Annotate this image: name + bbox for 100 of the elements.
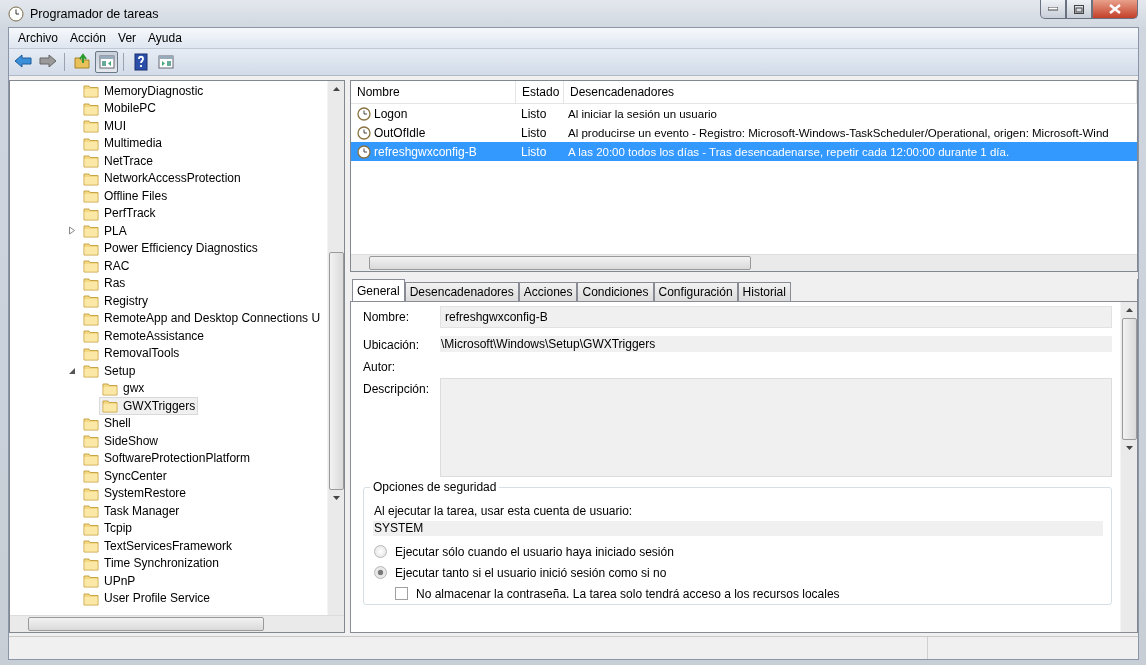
scroll-bar[interactable] xyxy=(351,254,1137,271)
clock-icon xyxy=(8,5,24,22)
option-label: No almacenar la contraseña. La tarea solo tendrá acceso a los recursos locales xyxy=(416,586,840,601)
tree-item[interactable]: User Profile Service xyxy=(80,589,214,608)
tree-item[interactable]: RemoteAssistance xyxy=(80,326,208,345)
tree-item[interactable]: Registry xyxy=(80,291,151,310)
folder-icon xyxy=(83,275,99,291)
column-header[interactable]: Desencadenadores xyxy=(564,81,1137,103)
task-name: refreshgwxconfig-B xyxy=(374,144,477,159)
task-triggers: Al iniciar la sesión un usuario xyxy=(568,107,717,120)
tree-item[interactable]: SoftwareProtectionPlatform xyxy=(80,449,254,468)
task-triggers: A las 20:00 todos los días - Tras desencadenarse, repetir cada 12:00:00 durante 1 día. xyxy=(568,145,1010,158)
tree-item[interactable]: MemoryDiagnostic xyxy=(80,81,207,100)
menu-item[interactable]: Archivo xyxy=(12,31,64,45)
menu-item[interactable]: Ver xyxy=(112,31,143,45)
close-icon xyxy=(1109,4,1121,14)
tree-item[interactable]: Setup xyxy=(80,361,139,380)
minimize-button[interactable] xyxy=(1040,0,1066,19)
task-triggers: Al producirse un evento - Registro: Microsoft-Windows-TaskScheduler/Operational, origen: Microsoft-Wind xyxy=(568,126,1109,139)
tree-item[interactable]: NetworkAccessProtection xyxy=(80,169,244,188)
tab[interactable]: Desencadenadores xyxy=(404,282,519,301)
scroll-bar[interactable] xyxy=(10,615,344,632)
pane-icon xyxy=(156,53,175,71)
task-status: Listo xyxy=(521,125,547,140)
tree-item[interactable]: MobilePC xyxy=(80,99,160,118)
tab[interactable]: Configuración xyxy=(653,282,738,301)
folder-icon xyxy=(83,485,99,501)
back-arrow-icon xyxy=(13,53,32,71)
tree-item[interactable]: PerfTrack xyxy=(80,204,159,223)
maximize-button[interactable] xyxy=(1066,0,1092,19)
scroll-down-icon xyxy=(331,495,341,501)
tab[interactable]: Historial xyxy=(737,282,791,301)
option-label: Ejecutar sólo cuando el usuario haya iniciado sesión xyxy=(395,544,674,559)
task-name: OutOfIdle xyxy=(374,125,426,140)
folder-icon xyxy=(83,450,99,466)
folder-icon xyxy=(83,573,99,589)
table-row[interactable]: Logon Listo Al iniciar la sesión un usuario xyxy=(351,104,1137,123)
maximize-icon xyxy=(1074,4,1084,14)
tab[interactable]: Acciones xyxy=(518,282,578,301)
tab[interactable]: General xyxy=(352,279,405,301)
folder-icon xyxy=(83,258,99,274)
clock-icon xyxy=(357,125,371,140)
task-name: Logon xyxy=(374,106,408,121)
folder-icon xyxy=(83,100,99,116)
field-label: Al ejecutar la tarea, usar esta cuenta de usuario: xyxy=(374,504,634,518)
folder-icon xyxy=(83,118,99,134)
tree-item[interactable]: Power Efficiency Diagnostics xyxy=(80,239,261,258)
text-field[interactable]: refreshgwxconfig-B xyxy=(440,306,1112,328)
task-status: Listo xyxy=(521,106,547,121)
folder-icon xyxy=(83,153,99,169)
minimize-icon xyxy=(1048,7,1058,11)
option-label: Ejecutar tanto si el usuario inició sesión como si no xyxy=(395,565,667,580)
field-label: Nombre: xyxy=(363,309,410,324)
tree-item[interactable]: RemovalTools xyxy=(80,344,183,363)
close-button[interactable] xyxy=(1092,0,1138,19)
folder-icon xyxy=(83,433,99,449)
tree-item[interactable]: NetTrace xyxy=(80,151,156,170)
tree-item[interactable]: RemoteApp and Desktop Connections U xyxy=(80,309,324,328)
folder-icon xyxy=(83,345,99,361)
field-label: Descripción: xyxy=(363,381,431,396)
tree-item[interactable]: Ras xyxy=(80,274,129,293)
tree-item[interactable]: Offline Files xyxy=(80,186,171,205)
tree-item[interactable]: Multimedia xyxy=(80,134,166,153)
folder-icon xyxy=(72,53,91,71)
folder-icon xyxy=(83,503,99,519)
tree-item[interactable]: Shell xyxy=(80,414,134,433)
tree-item[interactable]: SystemRestore xyxy=(80,484,190,503)
tree-item[interactable]: gwx xyxy=(99,379,148,398)
radio-button[interactable] xyxy=(374,545,387,558)
menu-item[interactable]: Ayuda xyxy=(142,31,188,45)
toolbar-button[interactable] xyxy=(95,51,118,73)
radio-button[interactable] xyxy=(374,566,387,579)
clock-icon xyxy=(357,106,371,121)
tree-item[interactable]: Tcpip xyxy=(80,519,135,538)
menu-item[interactable]: Acción xyxy=(64,31,113,45)
folder-icon xyxy=(83,83,99,99)
folder-icon xyxy=(83,223,99,239)
tree-item[interactable]: SideShow xyxy=(80,431,162,450)
folder-icon xyxy=(83,520,99,536)
column-header[interactable]: Estado xyxy=(516,81,564,103)
folder-icon xyxy=(83,363,99,379)
tree-item[interactable]: MUI xyxy=(80,116,129,135)
tab[interactable]: Condiciones xyxy=(577,282,654,301)
tree-item[interactable]: Time Synchronization xyxy=(80,554,222,573)
folder-icon xyxy=(102,380,118,396)
checkbox[interactable] xyxy=(395,587,408,600)
field-value: \Microsoft\Windows\Setup\GWXTriggers xyxy=(440,336,1112,352)
tree-item[interactable]: SyncCenter xyxy=(80,466,170,485)
tree-item[interactable]: PLA xyxy=(80,221,130,240)
folder-icon xyxy=(83,310,99,326)
tree-item[interactable]: RAC xyxy=(80,256,133,275)
table-row[interactable]: OutOfIdle Listo Al producirse un evento - Registro: Microsoft-Windows-TaskScheduler/Operational, origen: Microsoft-Wind xyxy=(351,123,1137,142)
group-title: Opciones de seguridad xyxy=(370,480,500,494)
folder-icon xyxy=(83,415,99,431)
window-title: Programador de tareas xyxy=(30,6,159,21)
tree-item[interactable]: UPnP xyxy=(80,571,139,590)
column-header[interactable]: Nombre xyxy=(351,81,516,103)
tree-item[interactable]: Task Manager xyxy=(80,501,183,520)
tree-item[interactable]: TextServicesFramework xyxy=(80,536,236,555)
tree-item[interactable]: GWXTriggers xyxy=(99,396,199,415)
